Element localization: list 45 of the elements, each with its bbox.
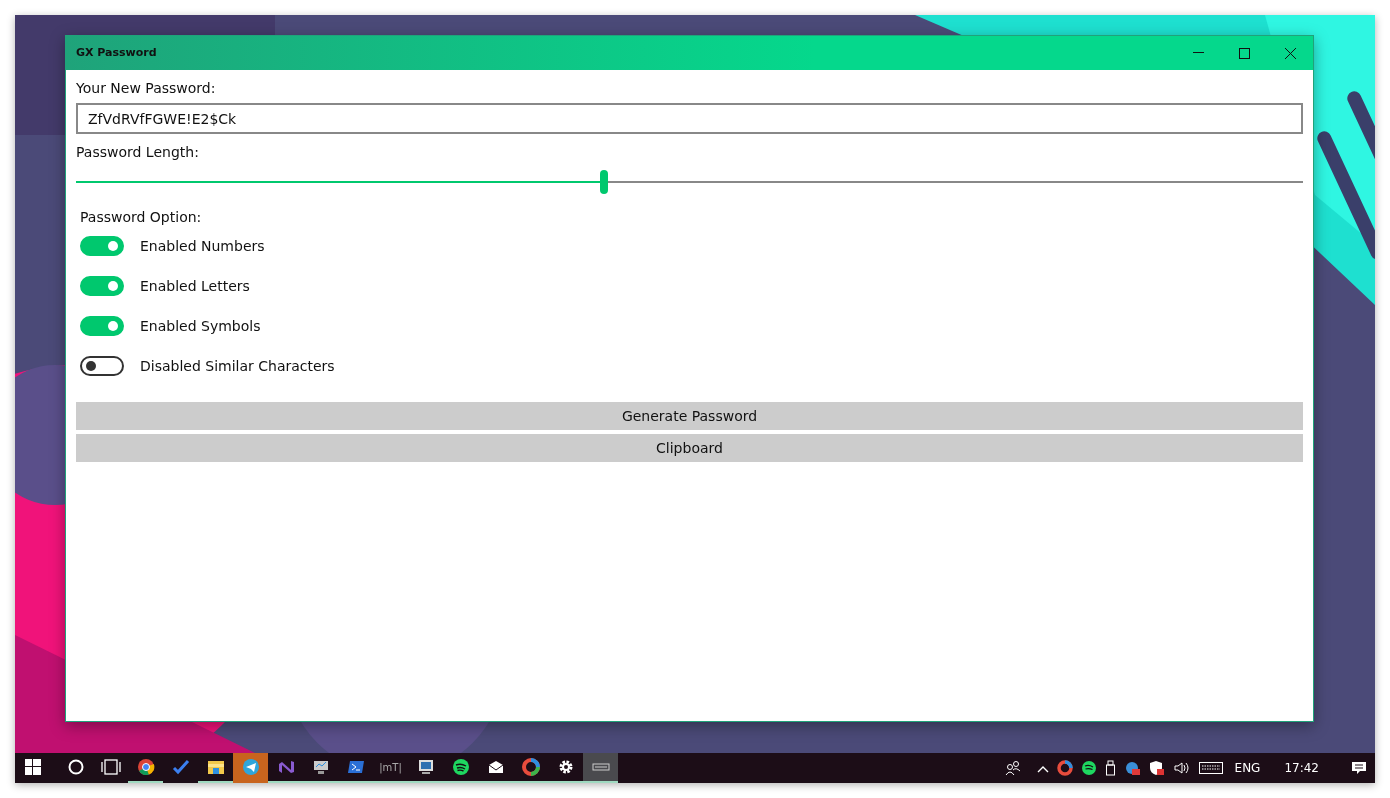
minimize-icon [1192, 52, 1204, 54]
toggle-switch[interactable] [80, 276, 124, 296]
shield-icon [1148, 760, 1165, 776]
music-icon [1080, 760, 1097, 776]
close-icon [1284, 47, 1296, 59]
search-icon [67, 759, 84, 775]
envelope-icon [486, 758, 505, 776]
browser-icon [136, 758, 155, 776]
notification-icon [1351, 760, 1367, 776]
people-icon [1004, 760, 1021, 776]
language-indicator[interactable]: ENG [1234, 759, 1261, 777]
paper-plane-icon [241, 758, 260, 776]
length-slider[interactable] [76, 170, 1303, 194]
maximize-icon [1238, 47, 1250, 59]
task-view-icon [100, 759, 121, 775]
toggle-label: Enabled Symbols [140, 316, 261, 336]
monitor-icon [311, 758, 330, 776]
music-icon [451, 758, 470, 776]
toggle-switch[interactable] [80, 316, 124, 336]
section-label: Password Option: [80, 208, 203, 227]
toggle-label: Enabled Numbers [140, 236, 265, 256]
toggle-label: Enabled Letters [140, 276, 250, 296]
folder-icon [206, 758, 225, 776]
usb-drive-icon [1104, 760, 1117, 776]
volume-icon [1172, 760, 1191, 776]
screen-icon [416, 758, 435, 776]
keyboard-icon [1198, 760, 1223, 776]
windows-logo-icon [24, 759, 41, 775]
toggle-switch[interactable] [80, 356, 124, 376]
checkmark-icon [171, 758, 190, 776]
notification-badge-icon [1124, 760, 1141, 776]
slider-thumb[interactable] [599, 170, 608, 194]
ring-icon [521, 758, 540, 776]
toggle-switch[interactable] [80, 236, 124, 256]
action-button[interactable]: Clipboard [76, 434, 1303, 462]
action-button[interactable]: Generate Password [76, 402, 1303, 430]
field-label: Your New Password: [76, 79, 217, 98]
window-title: GX Password [75, 44, 157, 61]
slider-label: Password Length: [76, 143, 200, 162]
terminal-icon [346, 758, 365, 776]
ring-icon [1056, 760, 1073, 776]
taskbar-app-button[interactable]: |mT| [373, 753, 408, 783]
toggle-label: Disabled Similar Characters [140, 356, 335, 376]
clock[interactable]: 17:42 [1284, 759, 1319, 777]
password-field[interactable]: ZfVdRVfFGWE!E2$Ck [76, 103, 1303, 134]
